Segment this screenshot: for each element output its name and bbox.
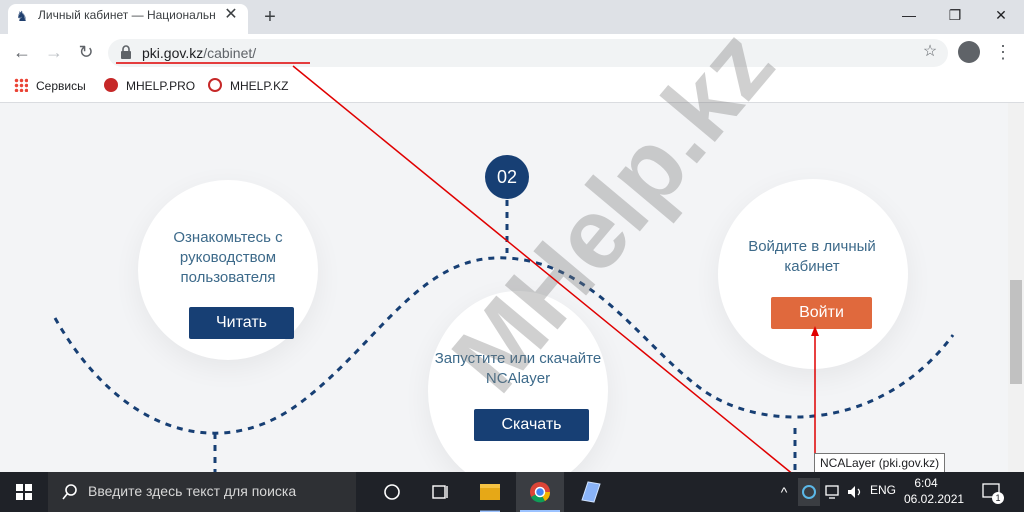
ncalayer-tray-icon[interactable] — [798, 478, 820, 506]
notification-center-icon[interactable]: 1 — [980, 480, 1004, 504]
volume-icon[interactable] — [846, 484, 864, 500]
tray-expand-icon[interactable]: ^ — [776, 482, 792, 502]
tray-tooltip: NCALayer (pki.gov.kz) — [814, 453, 946, 473]
search-icon — [62, 484, 77, 500]
network-icon[interactable] — [824, 484, 842, 500]
language-indicator[interactable]: ENG — [870, 483, 896, 497]
notification-count: 1 — [992, 492, 1004, 504]
file-explorer-icon[interactable] — [466, 472, 514, 512]
timeline-icon[interactable] — [416, 472, 464, 512]
windows-start-icon[interactable] — [0, 472, 48, 512]
date-text: 06.02.2021 — [904, 492, 965, 506]
notepad-icon[interactable] — [566, 472, 614, 512]
chrome-icon[interactable] — [516, 472, 564, 512]
task-view-icon[interactable] — [368, 472, 416, 512]
search-placeholder: Введите здесь текст для поиска — [88, 483, 297, 499]
time-text: 6:04 — [914, 476, 938, 490]
clock[interactable]: 6:04 06.02.2021 — [904, 475, 965, 507]
red-annotation — [116, 62, 819, 485]
